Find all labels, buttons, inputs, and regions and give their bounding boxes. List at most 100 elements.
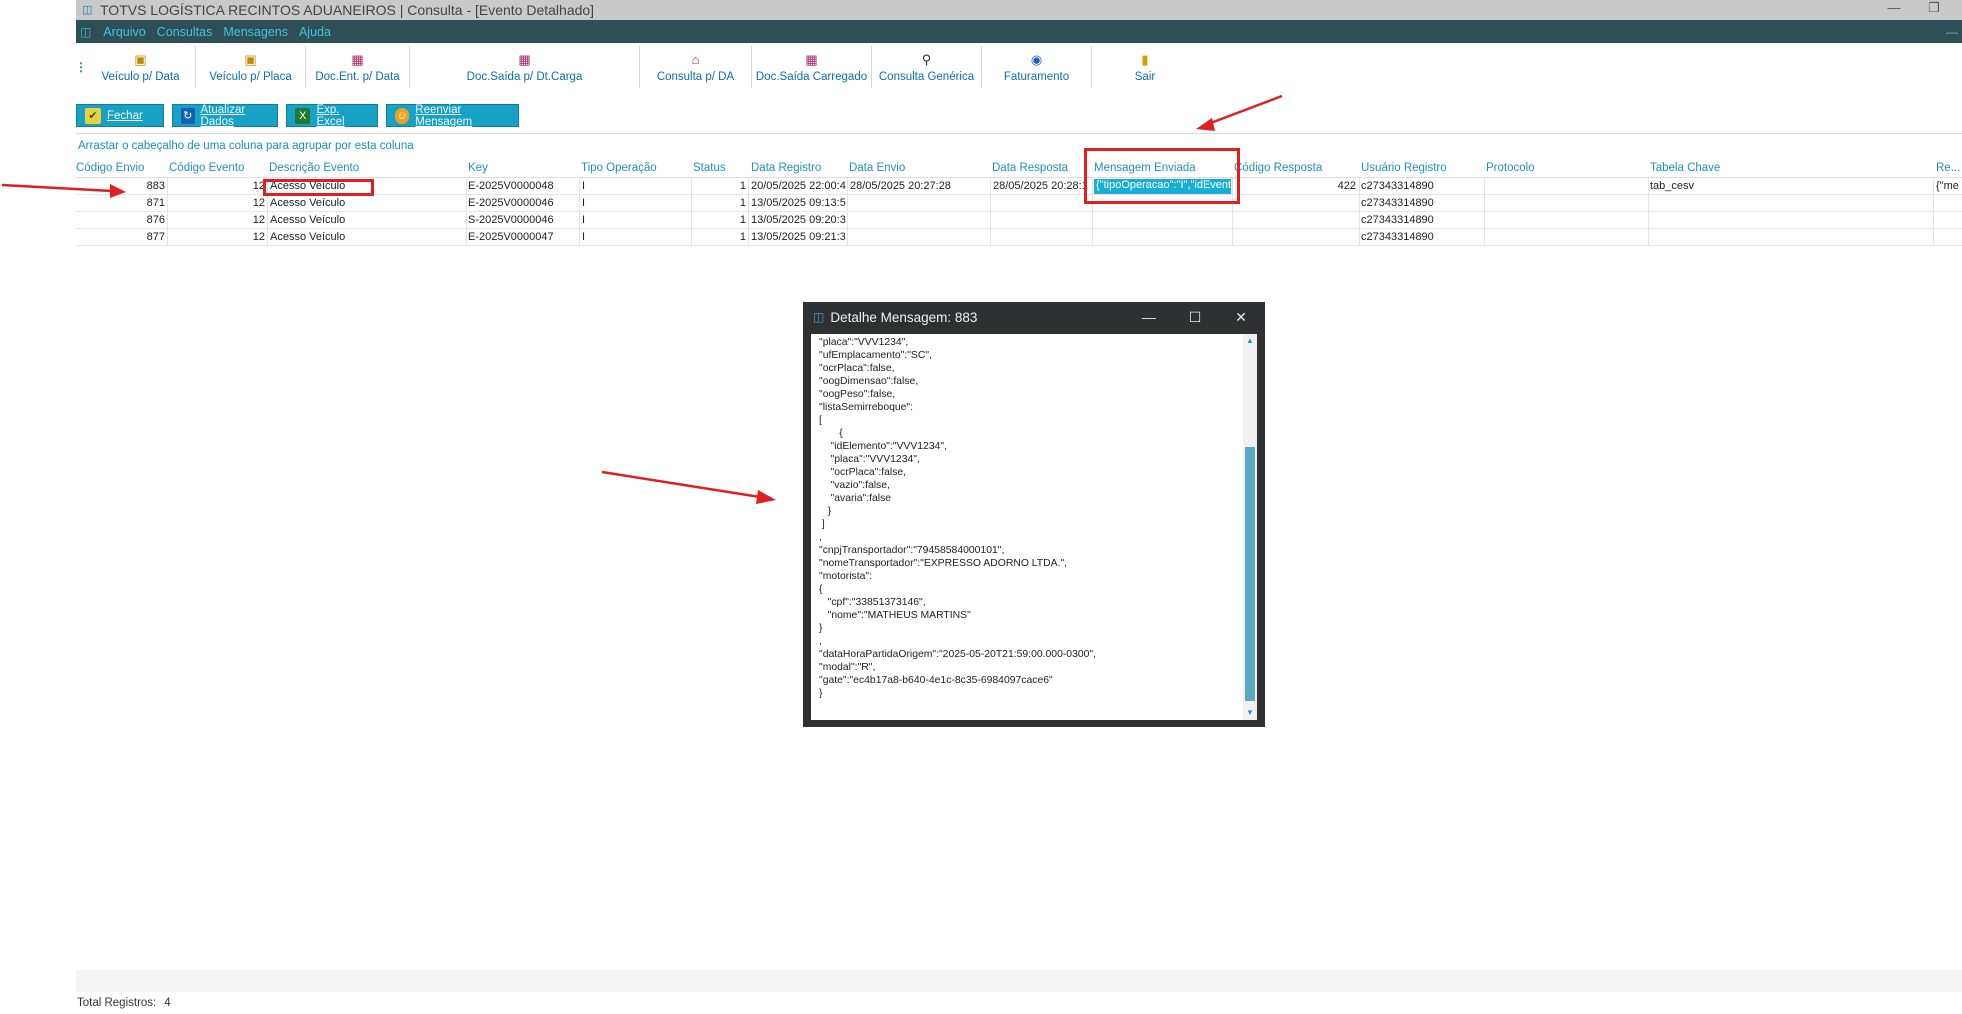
scroll-down-icon[interactable]: ▼ xyxy=(1243,706,1257,720)
cell-tipo-operacao[interactable]: I xyxy=(582,231,682,245)
cell-usuario-registro[interactable]: c27343314890 xyxy=(1361,197,1481,211)
scroll-up-icon[interactable]: ▲ xyxy=(1243,334,1257,348)
cell-tabela-chave[interactable]: tab_cesv xyxy=(1650,180,1930,194)
col-re[interactable]: Re... xyxy=(1936,162,1962,174)
scrollbar-thumb[interactable] xyxy=(1245,447,1255,701)
cell-codigo-evento[interactable]: 12 xyxy=(169,197,265,211)
separator xyxy=(76,133,1962,134)
cell-descricao-evento[interactable]: Acesso Veículo xyxy=(270,214,460,228)
cell-codigo-evento[interactable]: 12 xyxy=(169,214,265,228)
cell-data-envio[interactable]: 28/05/2025 20:27:28 xyxy=(850,180,988,194)
table-row[interactable]: 876 12 Acesso Veículo S-2025V0000046 I 1… xyxy=(76,212,1962,229)
veiculo-data-button[interactable]: ▣ Veículo p/ Data xyxy=(86,46,196,88)
document-loaded-icon: ▦ xyxy=(805,51,818,67)
doc-saida-carga-button[interactable]: ▦ Doc.Saída p/ Dt.Carga xyxy=(410,46,640,88)
fechar-button[interactable]: ✔ Fechar xyxy=(76,104,164,127)
cell-tipo-operacao[interactable]: I xyxy=(582,214,682,228)
message-json-text[interactable]: "placa":"VVV1234", "ufEmplacamento":"SC"… xyxy=(811,334,1257,700)
menu-ajuda[interactable]: Ajuda xyxy=(299,25,331,39)
col-data-registro[interactable]: Data Registro xyxy=(751,162,845,174)
annotation-arrow-row xyxy=(1,183,126,198)
col-key[interactable]: Key xyxy=(468,162,578,174)
cell-key[interactable]: S-2025V0000046 xyxy=(468,214,578,228)
house-search-icon: ⌂ xyxy=(691,51,700,67)
message-detail-dialog: ◫ Detalhe Mensagem: 883 — ☐ ✕ "placa":"V… xyxy=(803,302,1265,727)
cell-key[interactable]: E-2025V0000048 xyxy=(468,180,578,194)
events-grid: Código Envio Código Evento Descrição Eve… xyxy=(76,160,1962,246)
excel-icon: X xyxy=(295,107,311,124)
cell-codigo-envio[interactable]: 877 xyxy=(76,231,165,245)
cell-data-registro[interactable]: 13/05/2025 09:13:5 xyxy=(751,197,846,211)
dialog-maximize-button[interactable]: ☐ xyxy=(1181,306,1209,328)
dialog-title-bar[interactable]: ◫ Detalhe Mensagem: 883 — ☐ ✕ xyxy=(803,302,1265,332)
dialog-minimize-button[interactable]: — xyxy=(1135,306,1163,328)
cell-usuario-registro[interactable]: c27343314890 xyxy=(1361,231,1481,245)
atualizar-dados-button[interactable]: ↻ Atualizar Dados xyxy=(172,104,278,128)
cell-protocolo[interactable] xyxy=(1486,180,1646,194)
col-tipo-operacao[interactable]: Tipo Operação xyxy=(581,162,689,174)
col-protocolo[interactable]: Protocolo xyxy=(1486,162,1646,174)
cell-data-registro[interactable]: 13/05/2025 09:21:3 xyxy=(751,231,846,245)
col-codigo-resposta[interactable]: Código Resposta xyxy=(1234,162,1356,174)
document-entry-icon: ▦ xyxy=(351,51,364,67)
cell-status[interactable]: 1 xyxy=(693,231,746,245)
reenviar-mensagem-button[interactable]: ☺ Reenviar Mensagem xyxy=(386,104,519,128)
cell-data-resposta[interactable]: 28/05/2025 20:28:1 xyxy=(993,180,1090,194)
cell-descricao-evento[interactable]: Acesso Veículo xyxy=(270,231,460,245)
grid-header: Código Envio Código Evento Descrição Eve… xyxy=(76,160,1962,178)
col-tabela-chave[interactable]: Tabela Chave xyxy=(1650,162,1930,174)
menu-mensagens[interactable]: Mensagens xyxy=(223,25,288,39)
cell-re[interactable]: {"me xyxy=(1936,180,1962,194)
col-descricao-evento[interactable]: Descrição Evento xyxy=(269,162,459,174)
cell-status[interactable]: 1 xyxy=(693,197,746,211)
title-bar: ◫ TOTVS LOGÍSTICA RECINTOS ADUANEIROS | … xyxy=(76,0,1962,20)
toolbar-grip-icon[interactable]: ⋮ xyxy=(75,43,87,91)
col-data-envio[interactable]: Data Envio xyxy=(849,162,989,174)
cell-usuario-registro[interactable]: c27343314890 xyxy=(1361,214,1481,228)
menu-arquivo[interactable]: Arquivo xyxy=(103,25,145,39)
doc-saida-carregado-button[interactable]: ▦ Doc.Saída Carregado xyxy=(752,46,872,88)
col-codigo-envio[interactable]: Código Envio xyxy=(76,162,166,174)
billing-icon: ◉ xyxy=(1030,51,1043,67)
cell-descricao-evento[interactable]: Acesso Veículo xyxy=(270,197,460,211)
cell-usuario-registro[interactable]: c27343314890 xyxy=(1361,180,1481,194)
menu-consultas[interactable]: Consultas xyxy=(157,25,213,39)
consulta-da-button[interactable]: ⌂ Consulta p/ DA xyxy=(640,46,752,88)
restore-button[interactable]: ❐ xyxy=(1914,0,1954,20)
cell-tipo-operacao[interactable]: I xyxy=(582,197,682,211)
veiculo-placa-button[interactable]: ▣ Veículo p/ Placa xyxy=(196,46,306,88)
cell-codigo-envio[interactable]: 876 xyxy=(76,214,165,228)
table-row[interactable]: 877 12 Acesso Veículo E-2025V0000047 I 1… xyxy=(76,229,1962,246)
col-data-resposta[interactable]: Data Resposta xyxy=(992,162,1092,174)
cell-key[interactable]: E-2025V0000047 xyxy=(468,231,578,245)
cell-key[interactable]: E-2025V0000046 xyxy=(468,197,578,211)
cell-codigo-resposta[interactable]: 422 xyxy=(1234,180,1356,194)
faturamento-button[interactable]: ◉ Faturamento xyxy=(982,46,1092,88)
dialog-close-button[interactable]: ✕ xyxy=(1227,306,1255,328)
col-usuario-registro[interactable]: Usuário Registro xyxy=(1361,162,1481,174)
consulta-generica-button[interactable]: ⚲ Consulta Genérica xyxy=(872,46,982,88)
sair-button[interactable]: ▮ Sair xyxy=(1092,46,1198,88)
annotation-arrow-header xyxy=(1196,94,1283,131)
cell-codigo-evento[interactable]: 12 xyxy=(169,231,265,245)
cell-tipo-operacao[interactable]: I xyxy=(582,180,682,194)
minimize-button[interactable]: — xyxy=(1874,0,1914,20)
col-codigo-evento[interactable]: Código Evento xyxy=(169,162,265,174)
cell-status[interactable]: 1 xyxy=(693,180,746,194)
cell-data-registro[interactable]: 20/05/2025 22:00:4 xyxy=(751,180,846,194)
cell-status[interactable]: 1 xyxy=(693,214,746,228)
magnifier-icon: ⚲ xyxy=(921,51,932,67)
action-bar: ✔ Fechar ↻ Atualizar Dados X Exp. Excel … xyxy=(76,104,527,128)
table-row[interactable]: 871 12 Acesso Veículo E-2025V0000046 I 1… xyxy=(76,195,1962,212)
group-hint[interactable]: Arrastar o cabeçalho de uma coluna para … xyxy=(78,140,414,152)
exp-excel-button[interactable]: X Exp. Excel xyxy=(286,104,378,128)
col-status[interactable]: Status xyxy=(693,162,745,174)
message-text-area[interactable]: "placa":"VVV1234", "ufEmplacamento":"SC"… xyxy=(811,334,1257,720)
toolbar: ⋮ ▣ Veículo p/ Data ▣ Veículo p/ Placa ▦… xyxy=(75,43,1962,91)
database-icon: ◫ xyxy=(80,24,92,39)
vertical-scrollbar[interactable]: ▲ ▼ xyxy=(1243,334,1257,720)
mdi-minimize-button[interactable]: — xyxy=(1946,25,1958,39)
cell-codigo-evento[interactable]: 12 xyxy=(169,180,265,194)
cell-data-registro[interactable]: 13/05/2025 09:20:3 xyxy=(751,214,846,228)
doc-ent-data-button[interactable]: ▦ Doc.Ent. p/ Data xyxy=(306,46,410,88)
